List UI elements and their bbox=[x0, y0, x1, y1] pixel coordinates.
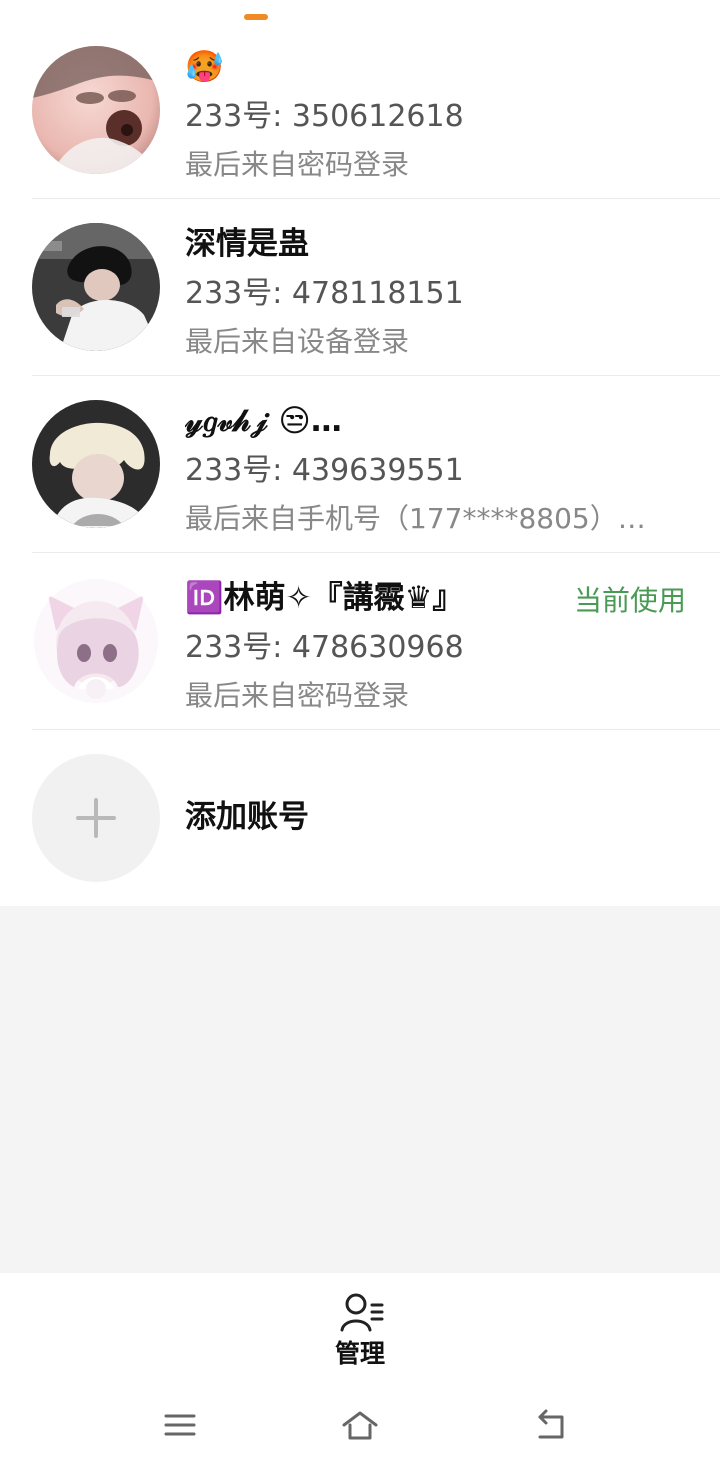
account-id: 233号: 478118151 bbox=[185, 276, 464, 311]
plus-icon bbox=[76, 798, 116, 838]
account-row[interactable]: 𝓎𝑔𝓋𝒽𝒿 😒… 233号: 439639551 最后来自手机号（177****… bbox=[0, 376, 720, 553]
account-row-current[interactable]: 🆔林萌✧『講霺♛』 当前使用 233号: 478630968 最后来自密码登录 bbox=[0, 553, 720, 730]
avatar-photo-4 bbox=[32, 577, 160, 705]
avatar-photo-2 bbox=[32, 223, 160, 351]
account-row[interactable]: 🥵 233号: 350612618 最后来自密码登录 bbox=[0, 22, 720, 199]
login-method: 最后来自手机号（177****8805）… bbox=[185, 502, 646, 535]
avatar-photo-3 bbox=[32, 400, 160, 528]
account-avatar bbox=[32, 46, 160, 174]
system-nav-bar bbox=[0, 1383, 720, 1470]
manage-icon bbox=[340, 1293, 384, 1332]
login-method: 最后来自密码登录 bbox=[185, 148, 410, 181]
active-indicator bbox=[244, 14, 268, 20]
account-id: 233号: 439639551 bbox=[185, 453, 464, 488]
account-id: 233号: 350612618 bbox=[185, 99, 464, 134]
account-avatar bbox=[32, 400, 160, 528]
add-account-avatar bbox=[32, 754, 160, 882]
avatar-photo-1 bbox=[32, 46, 160, 174]
login-method: 最后来自密码登录 bbox=[185, 679, 410, 712]
account-row[interactable]: 深情是蛊 233号: 478118151 最后来自设备登录 bbox=[0, 199, 720, 376]
account-list: 🥵 233号: 350612618 最后来自密码登录 深情是蛊 233号: 47… bbox=[0, 22, 720, 906]
manage-tab[interactable]: 管理 bbox=[0, 1273, 720, 1383]
account-id: 233号: 478630968 bbox=[185, 630, 464, 665]
manage-label: 管理 bbox=[334, 1339, 385, 1368]
account-avatar bbox=[32, 577, 160, 705]
home-icon[interactable] bbox=[340, 1405, 380, 1445]
current-account-badge: 当前使用 bbox=[573, 584, 686, 617]
add-account-label: 添加账号 bbox=[185, 799, 309, 835]
account-name: 🥵 bbox=[185, 49, 224, 85]
top-bar bbox=[0, 0, 720, 23]
menu-icon[interactable] bbox=[160, 1405, 200, 1445]
account-avatar bbox=[32, 223, 160, 351]
account-name: 🆔林萌✧『講霺♛』 bbox=[185, 580, 464, 616]
back-icon[interactable] bbox=[530, 1405, 570, 1445]
login-method: 最后来自设备登录 bbox=[185, 325, 410, 358]
account-name: 深情是蛊 bbox=[185, 226, 309, 262]
account-name: 𝓎𝑔𝓋𝒽𝒿 😒… bbox=[185, 403, 342, 439]
add-account-row[interactable]: 添加账号 bbox=[0, 730, 720, 906]
